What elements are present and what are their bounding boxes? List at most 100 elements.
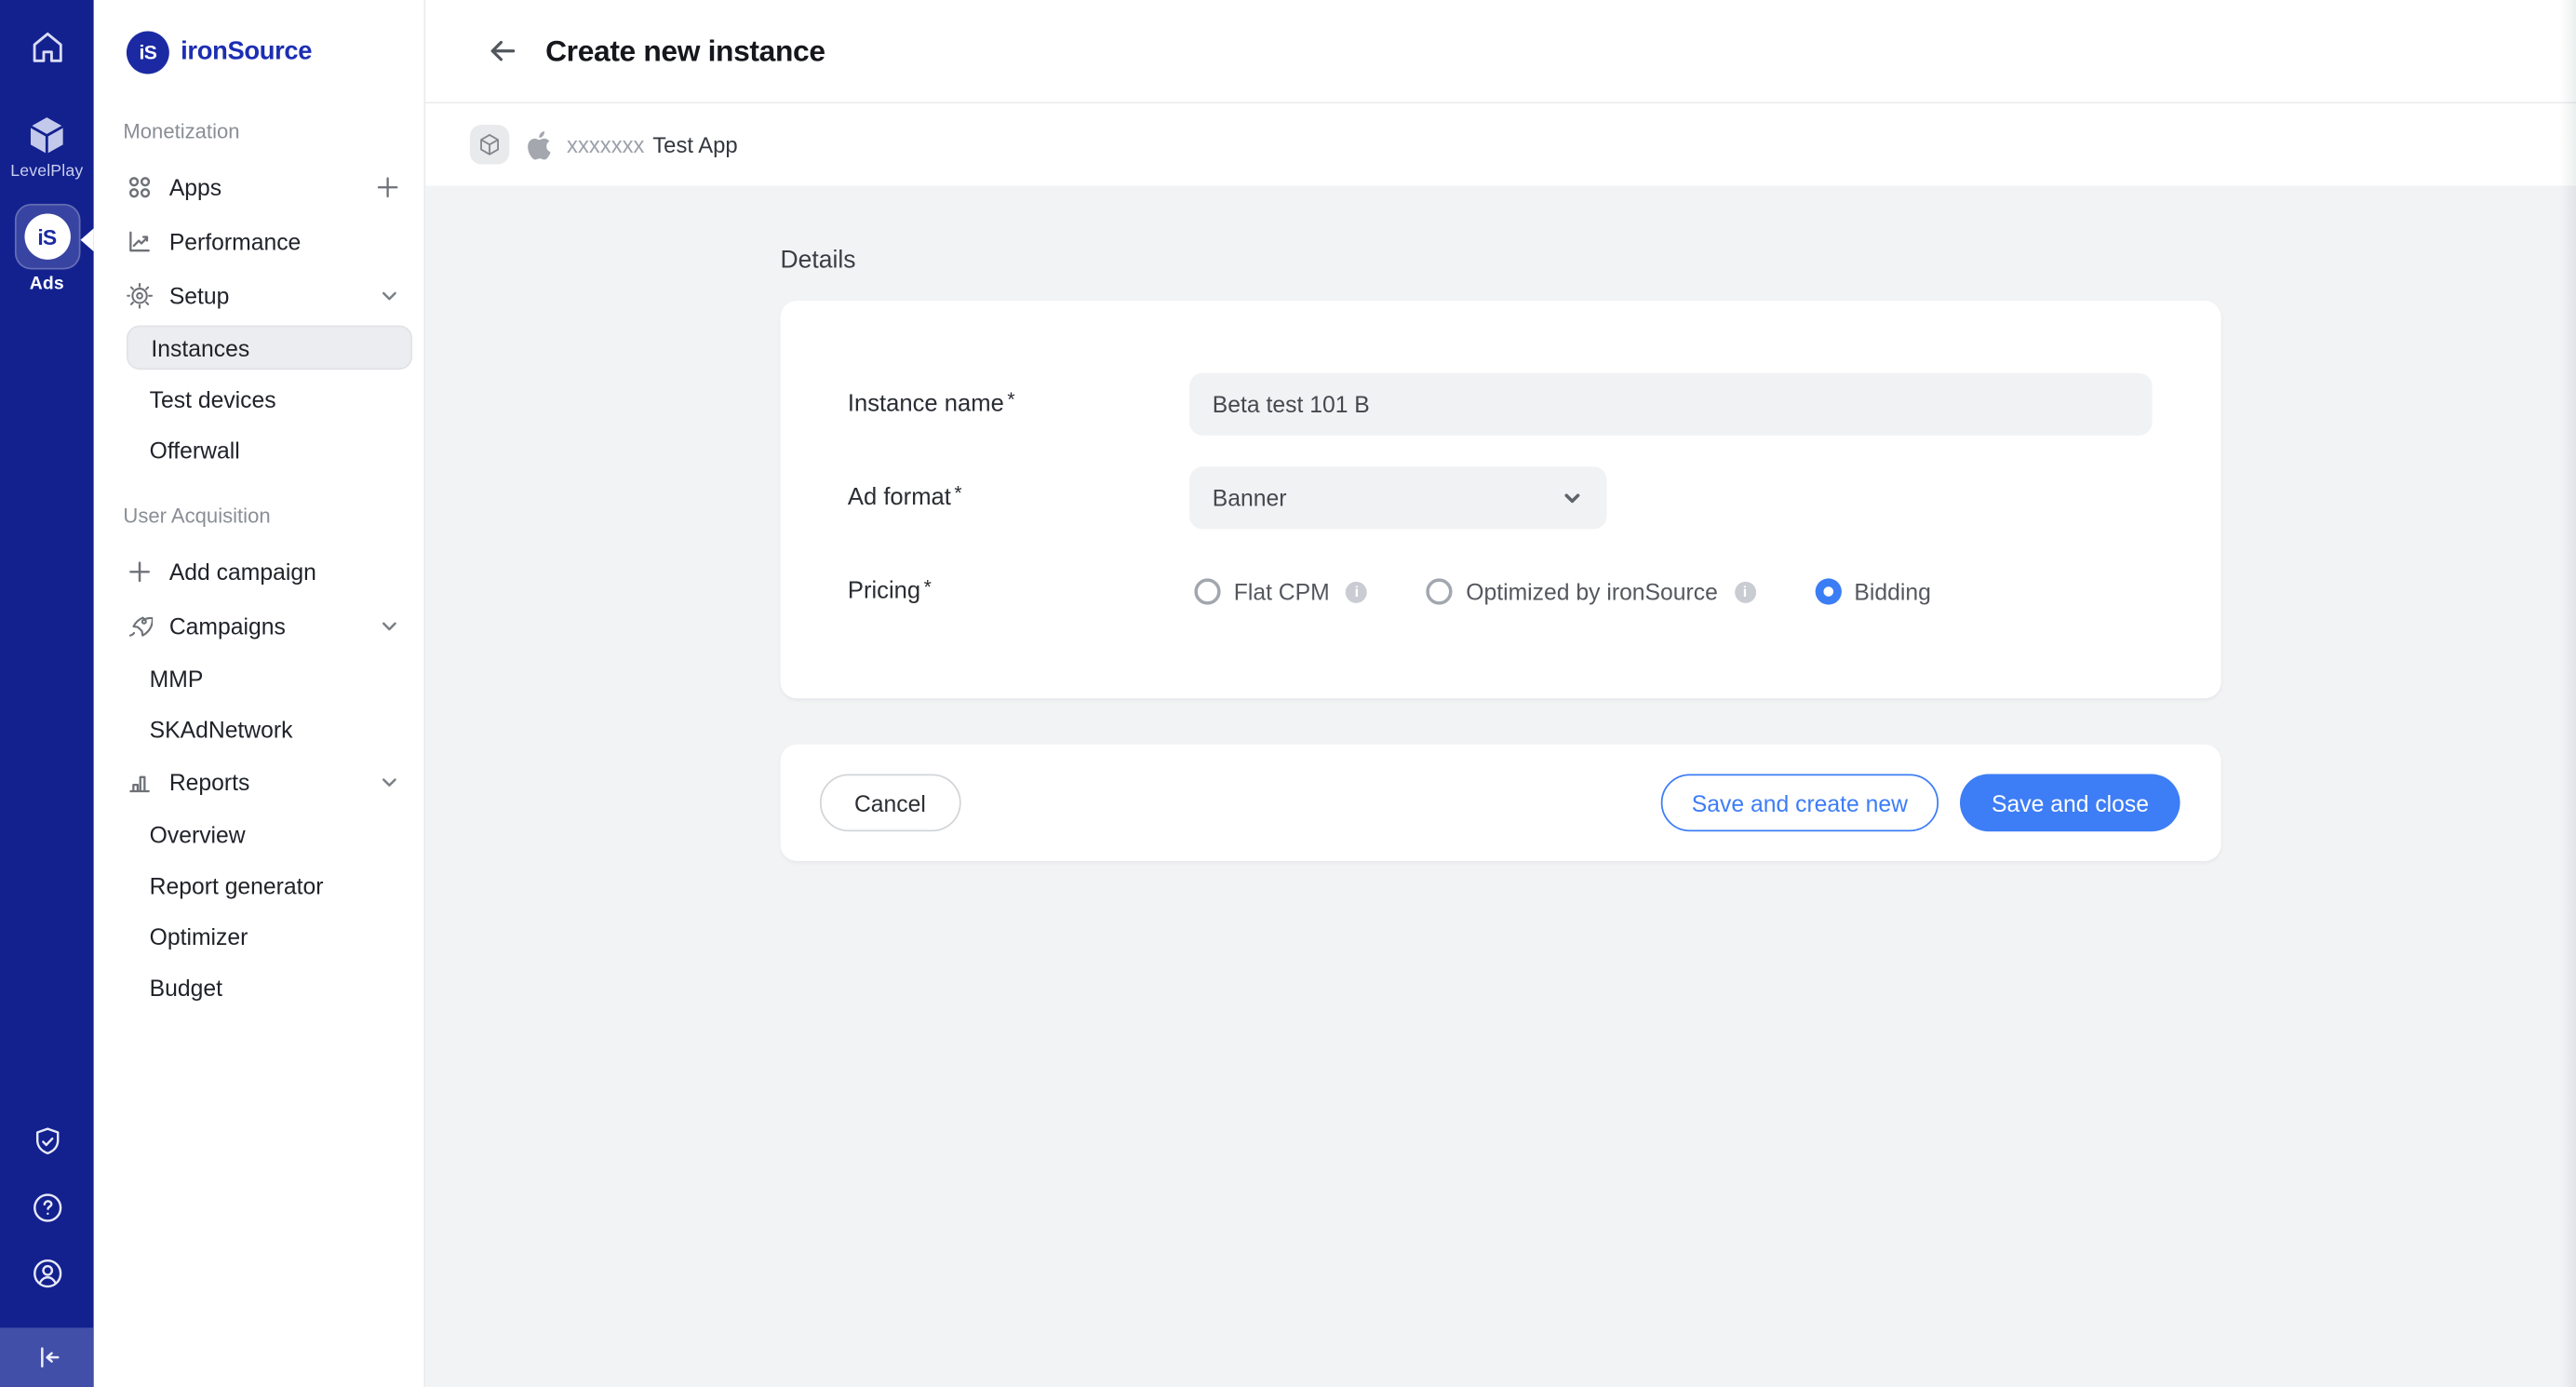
- help-button[interactable]: [29, 1190, 65, 1226]
- sidebar-item-label: Add campaign: [169, 558, 316, 584]
- pricing-radio-group: Flat CPM i Optimized by ironSource i Bid…: [1189, 560, 1931, 623]
- instance-name-input[interactable]: [1189, 373, 2152, 436]
- product-rail: LevelPlay iS Ads: [0, 0, 94, 1387]
- save-and-close-button[interactable]: Save and close: [1960, 774, 2180, 831]
- actions-card: Cancel Save and create new Save and clos…: [781, 745, 2221, 861]
- chevron-down-icon: [1559, 485, 1585, 511]
- radio-unselected: [1427, 578, 1453, 604]
- sidebar-item-overview[interactable]: Overview: [94, 809, 424, 860]
- ironsource-logo-text: ironSource: [181, 37, 312, 67]
- section-label-monetization: Monetization: [123, 120, 423, 143]
- add-app-button[interactable]: [374, 173, 400, 199]
- rocket-icon: [127, 613, 153, 639]
- cancel-button[interactable]: Cancel: [820, 774, 960, 831]
- chevron-down-icon: [378, 284, 401, 307]
- app-placeholder-tile: [470, 125, 509, 164]
- sidebar-item-instances[interactable]: Instances: [127, 326, 412, 370]
- sidebar-item-label: Reports: [169, 768, 250, 794]
- collapse-icon: [31, 1340, 63, 1373]
- collapse-rail-button[interactable]: [0, 1327, 94, 1387]
- sidebar-item-test-devices[interactable]: Test devices: [94, 373, 424, 424]
- rail-item-levelplay[interactable]: LevelPlay: [0, 114, 94, 181]
- details-card: Instance name* Ad format* Banner: [781, 301, 2221, 698]
- sidebar-item-campaigns[interactable]: Campaigns: [127, 599, 410, 653]
- sidebar-item-offerwall[interactable]: Offerwall: [94, 424, 424, 475]
- sidebar-item-label: Overview: [150, 821, 246, 847]
- instance-name-label: Instance name*: [848, 391, 1189, 417]
- privacy-shield-button[interactable]: [29, 1124, 65, 1160]
- pricing-label: Pricing*: [848, 578, 1189, 604]
- chevron-down-icon: [378, 770, 401, 793]
- gear-icon: [127, 282, 153, 308]
- sidebar-item-label: Campaigns: [169, 613, 286, 639]
- info-icon[interactable]: i: [1346, 581, 1367, 602]
- active-product-notch: [80, 228, 93, 251]
- page-header: Create new instance: [425, 0, 2576, 103]
- ad-format-row: Ad format* Banner: [848, 466, 2153, 529]
- pricing-option-bidding[interactable]: Bidding: [1815, 578, 1931, 604]
- sidebar-item-label: Budget: [150, 974, 222, 1000]
- sidebar-item-add-campaign[interactable]: Add campaign: [127, 544, 410, 598]
- back-button[interactable]: [487, 34, 519, 67]
- pricing-option-optimized[interactable]: Optimized by ironSource i: [1427, 578, 1756, 604]
- account-icon: [29, 1256, 65, 1292]
- page-title: Create new instance: [545, 34, 825, 68]
- pricing-option-flat-cpm[interactable]: Flat CPM i: [1194, 578, 1367, 604]
- details-section-label: Details: [781, 247, 2576, 275]
- sidebar-item-setup[interactable]: Setup: [127, 268, 410, 322]
- app-context-bar: xxxxxxx Test App: [425, 103, 2576, 185]
- rail-home-button[interactable]: [0, 28, 94, 67]
- sidebar-item-label: Performance: [169, 227, 302, 253]
- bar-chart-icon: [127, 768, 153, 794]
- sidebar-item-label: Optimizer: [150, 922, 248, 949]
- sidebar: iS ironSource Monetization Apps: [94, 0, 426, 1387]
- ad-format-value: Banner: [1213, 485, 1287, 511]
- radio-label: Optimized by ironSource: [1466, 578, 1718, 604]
- help-icon: [29, 1190, 65, 1226]
- required-asterisk: *: [954, 481, 961, 505]
- section-label-user-acquisition: User Acquisition: [123, 505, 423, 528]
- app-id-masked: xxxxxxx: [567, 132, 644, 156]
- rail-item-label: Ads: [30, 275, 64, 294]
- content-area: Details Instance name* Ad format* Banner: [425, 185, 2576, 1386]
- sidebar-item-mmp[interactable]: MMP: [94, 653, 424, 704]
- sidebar-item-label: SKAdNetwork: [150, 716, 293, 742]
- account-button[interactable]: [29, 1256, 65, 1292]
- app-name: Test App: [652, 132, 737, 156]
- radio-label: Bidding: [1854, 578, 1930, 604]
- shield-check-icon: [29, 1124, 65, 1160]
- sidebar-item-apps[interactable]: Apps: [127, 159, 410, 213]
- sidebar-item-label: Apps: [169, 173, 221, 199]
- info-icon[interactable]: i: [1735, 581, 1756, 602]
- sidebar-item-label: Offerwall: [150, 437, 240, 463]
- sidebar-item-label: MMP: [150, 665, 204, 691]
- sidebar-item-optimizer[interactable]: Optimizer: [94, 910, 424, 962]
- cube-icon: [476, 131, 503, 157]
- chevron-down-icon: [378, 613, 401, 637]
- radio-unselected: [1194, 578, 1220, 604]
- ironsource-logo-icon: iS: [127, 31, 169, 74]
- ad-format-label: Ad format*: [848, 485, 1189, 511]
- line-chart-icon: [127, 227, 153, 253]
- plus-icon: [127, 558, 153, 584]
- ironsource-badge-icon: iS: [24, 213, 70, 259]
- radio-label: Flat CPM: [1234, 578, 1330, 604]
- sidebar-item-label: Instances: [151, 334, 249, 360]
- save-and-create-new-button[interactable]: Save and create new: [1660, 774, 1939, 831]
- ad-format-select[interactable]: Banner: [1189, 466, 1606, 529]
- sidebar-item-label: Report generator: [150, 871, 324, 897]
- ads-active-tile: iS: [14, 204, 80, 270]
- rail-item-label: LevelPlay: [10, 163, 83, 181]
- sidebar-item-skadnetwork[interactable]: SKAdNetwork: [94, 704, 424, 755]
- sidebar-item-reports[interactable]: Reports: [127, 754, 410, 808]
- sidebar-item-label: Test devices: [150, 385, 276, 411]
- sidebar-item-budget[interactable]: Budget: [94, 962, 424, 1013]
- sidebar-item-report-generator[interactable]: Report generator: [94, 859, 424, 910]
- ironsource-logo[interactable]: iS ironSource: [127, 30, 424, 74]
- required-asterisk: *: [1007, 388, 1014, 411]
- app-viewport: LevelPlay iS Ads: [0, 0, 2576, 1387]
- unity-cube-icon: [24, 114, 69, 158]
- sidebar-item-performance[interactable]: Performance: [127, 213, 410, 267]
- radio-selected: [1815, 578, 1841, 604]
- rail-bottom-icons: [0, 1124, 94, 1291]
